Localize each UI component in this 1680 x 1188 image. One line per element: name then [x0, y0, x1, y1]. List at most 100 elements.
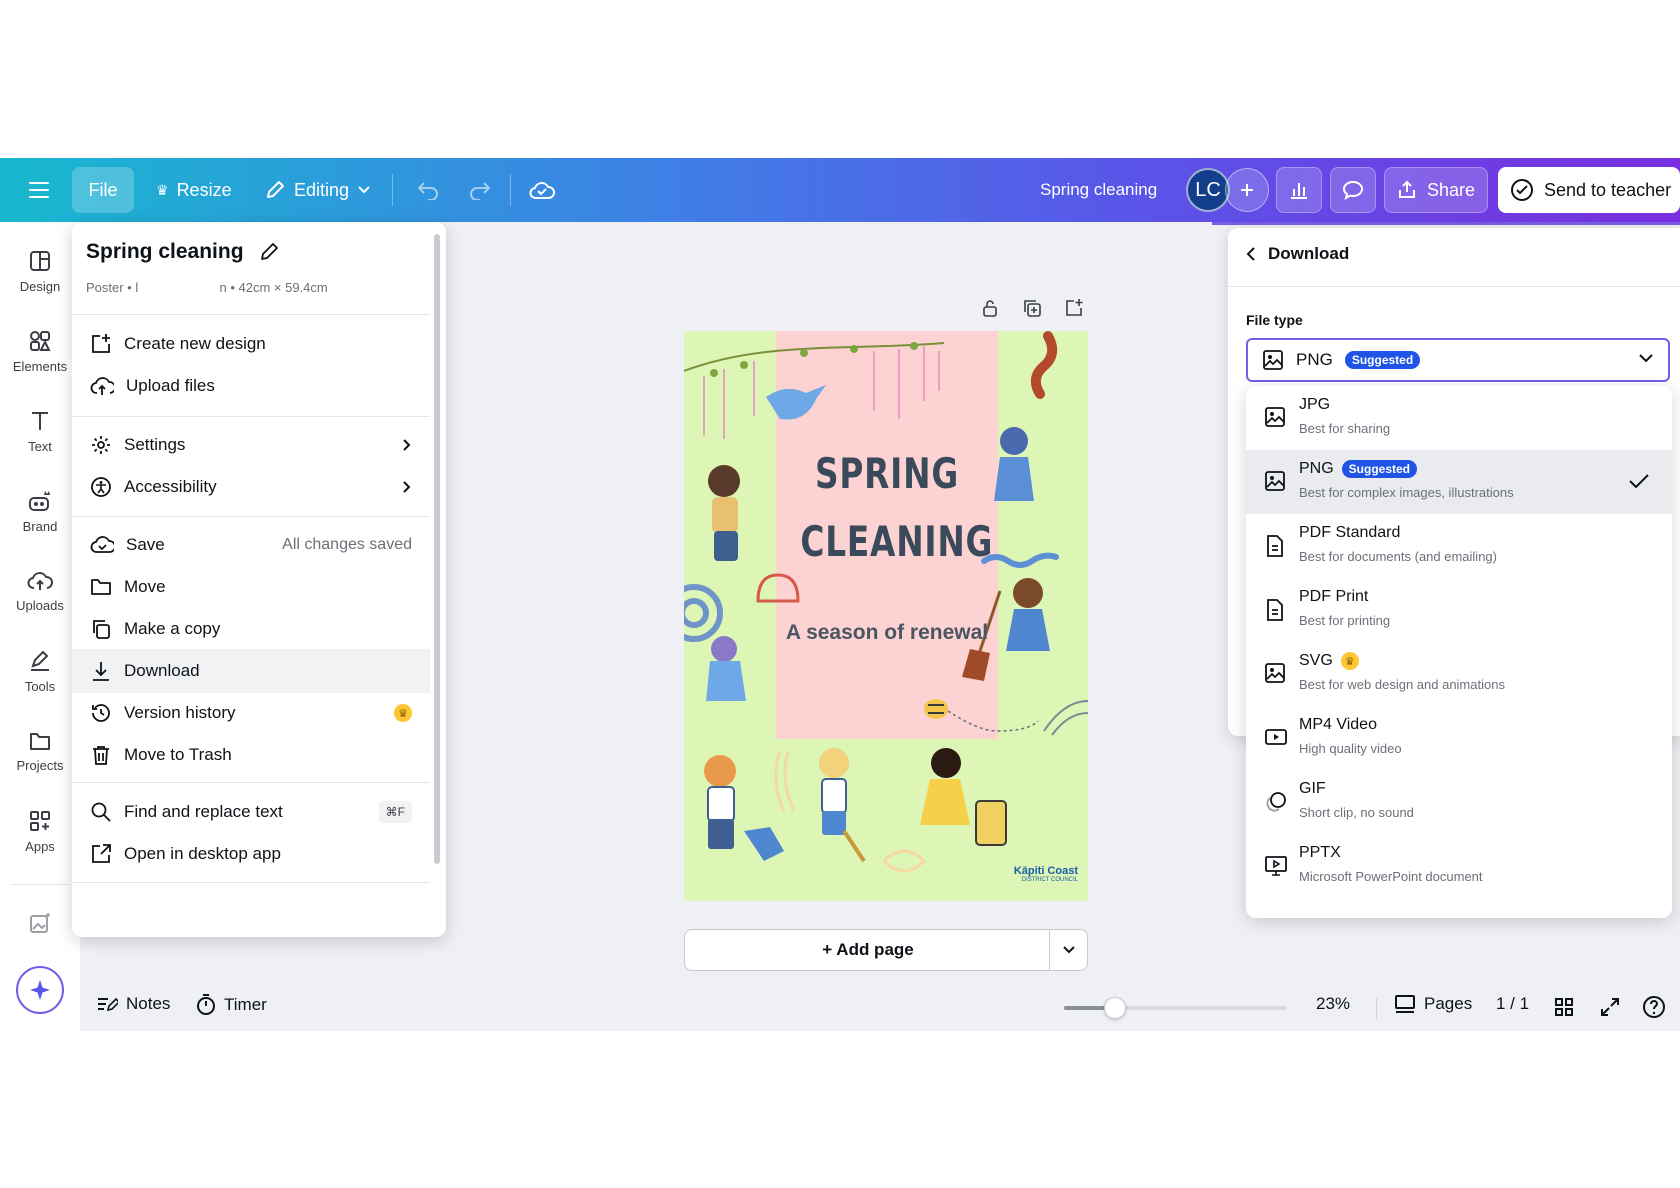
- magic-assistant-button[interactable]: [16, 966, 64, 1014]
- add-page-button[interactable]: + Add page: [685, 930, 1051, 970]
- rail-item-tools[interactable]: Tools: [0, 636, 80, 706]
- rail-item-projects[interactable]: Projects: [0, 716, 80, 786]
- crown-icon: ♛: [156, 181, 169, 198]
- menu-divider: [72, 882, 430, 883]
- menu-item-settings[interactable]: Settings: [72, 423, 430, 467]
- pages-label: Pages: [1424, 994, 1473, 1013]
- menu-item-download[interactable]: Download: [72, 649, 430, 693]
- file-type-option-pdf-print[interactable]: PDF Print Best for printing: [1246, 578, 1672, 642]
- notes-button[interactable]: Notes: [96, 994, 170, 1014]
- menu-item-accessibility[interactable]: Accessibility: [72, 465, 430, 509]
- menu-divider: [72, 782, 430, 783]
- chevron-right-icon: [402, 480, 412, 494]
- option-description: Microsoft PowerPoint document: [1299, 869, 1483, 884]
- poster-title-line-1[interactable]: SPRING: [800, 449, 973, 498]
- help-button[interactable]: [1642, 995, 1666, 1019]
- insights-button[interactable]: [1276, 167, 1322, 213]
- download-icon: [93, 662, 109, 681]
- rail-item-design[interactable]: Design: [0, 236, 80, 306]
- share-label: Share: [1426, 179, 1476, 200]
- grid-view-button[interactable]: [1554, 997, 1574, 1017]
- editing-mode-button[interactable]: Editing: [256, 167, 379, 213]
- save-status-button[interactable]: [524, 167, 560, 213]
- file-type-option-png[interactable]: PNG Suggested Best for complex images, il…: [1246, 450, 1672, 514]
- menu-item-create-new-design[interactable]: Create new design: [72, 322, 430, 366]
- comments-button[interactable]: [1330, 167, 1376, 213]
- redo-button[interactable]: [462, 167, 498, 213]
- pages-button[interactable]: Pages: [1394, 994, 1472, 1014]
- menu-item-move-to-trash[interactable]: Move to Trash: [72, 733, 430, 777]
- logo-line-2: DISTRICT COUNCIL: [1021, 877, 1078, 883]
- file-type-option-gif[interactable]: GIF Short clip, no sound: [1246, 770, 1672, 834]
- send-to-teacher-button[interactable]: Send to teacher: [1498, 167, 1680, 213]
- share-button[interactable]: Share: [1384, 167, 1488, 213]
- file-type-option-pdf-standard[interactable]: PDF Standard Best for documents (and ema…: [1246, 514, 1672, 578]
- grid-icon: [1555, 998, 1573, 1016]
- file-menu-title[interactable]: Spring cleaning: [86, 240, 280, 264]
- document-title[interactable]: Spring cleaning: [1030, 167, 1167, 213]
- rail-item-uploads[interactable]: Uploads: [0, 556, 80, 626]
- notes-icon: [98, 997, 118, 1012]
- rail-divider: [10, 884, 70, 885]
- poster-page[interactable]: SPRING CLEANING A season of renewal Kāpi…: [684, 331, 1088, 901]
- timer-button[interactable]: Timer: [196, 994, 267, 1016]
- file-menu-button[interactable]: File: [72, 167, 134, 213]
- fullscreen-button[interactable]: [1600, 997, 1620, 1017]
- zoom-slider[interactable]: [1064, 997, 1286, 1019]
- chevron-right-icon: [402, 438, 412, 452]
- add-collaborator-button[interactable]: [1225, 168, 1269, 212]
- rail-item-magic-media[interactable]: [0, 898, 80, 948]
- poster-title-line-2[interactable]: CLEANING: [800, 517, 992, 566]
- shortcut-hint: ⌘F: [378, 801, 412, 823]
- file-menu-meta: Poster • l n • 42cm × 59.4cm: [86, 280, 328, 295]
- option-description: Best for printing: [1299, 613, 1391, 628]
- add-page-options-button[interactable]: [1049, 930, 1087, 970]
- plus-icon: [1241, 184, 1253, 196]
- file-menu-scrollbar[interactable]: [434, 234, 440, 864]
- zoom-level[interactable]: 23%: [1316, 994, 1350, 1014]
- file-type-select[interactable]: PNG Suggested: [1246, 338, 1670, 382]
- rail-label: Uploads: [16, 597, 64, 613]
- file-type-option-pptx[interactable]: PPTX Microsoft PowerPoint document: [1246, 834, 1672, 898]
- menu-item-make-a-copy[interactable]: Make a copy: [72, 607, 430, 651]
- avatar[interactable]: LC: [1186, 168, 1230, 212]
- canva-editor: File ♛ Resize Editing Spring cleaning LC: [0, 158, 1680, 1031]
- poster-subtitle[interactable]: A season of renewal: [776, 621, 998, 645]
- download-back-button[interactable]: Download: [1246, 244, 1349, 264]
- rail-item-brand[interactable]: Brand: [0, 476, 80, 546]
- menu-item-upload-files[interactable]: Upload files: [72, 364, 430, 408]
- add-page-control: + Add page: [684, 929, 1088, 971]
- menu-item-version-history[interactable]: Version history ♛: [72, 691, 430, 735]
- menu-divider: [72, 314, 430, 315]
- chevron-left-icon: [1246, 247, 1255, 261]
- file-type-option-mp4[interactable]: MP4 Video High quality video: [1246, 706, 1672, 770]
- duplicate-page-icon[interactable]: [1022, 298, 1042, 318]
- resize-button[interactable]: ♛ Resize: [148, 167, 240, 213]
- trash-icon: [93, 746, 109, 765]
- menu-item-find-and-replace[interactable]: Find and replace text ⌘F: [72, 790, 430, 834]
- zoom-slider-handle[interactable]: [1104, 997, 1127, 1019]
- rail-item-text[interactable]: Text: [0, 396, 80, 466]
- menu-item-move[interactable]: Move: [72, 565, 430, 609]
- rail-item-apps[interactable]: Apps: [0, 796, 80, 866]
- lock-icon[interactable]: [980, 298, 1000, 318]
- menu-item-open-desktop-app[interactable]: Open in desktop app: [72, 832, 430, 876]
- file-type-option-svg[interactable]: SVG ♛ Best for web design and animations: [1246, 642, 1672, 706]
- file-menu-title-text: Spring cleaning: [86, 240, 244, 263]
- menu-item-save[interactable]: Save All changes saved: [72, 523, 430, 567]
- pencil-icon: [267, 181, 284, 198]
- document-icon: [1267, 535, 1283, 557]
- rail-item-elements[interactable]: Elements: [0, 316, 80, 386]
- checkmark-icon: [1629, 474, 1649, 489]
- image-sparkle-icon: [30, 913, 50, 933]
- shapes-icon: [30, 330, 51, 351]
- menu-divider: [72, 516, 430, 517]
- menu-item-label: Settings: [124, 435, 186, 454]
- rail-label: Brand: [22, 518, 58, 534]
- option-description: High quality video: [1299, 741, 1402, 756]
- undo-button[interactable]: [410, 167, 446, 213]
- add-page-icon[interactable]: [1064, 298, 1084, 318]
- menu-button[interactable]: [18, 167, 60, 213]
- bar-chart-icon: [1291, 183, 1307, 199]
- file-type-option-jpg[interactable]: JPG Best for sharing: [1246, 386, 1672, 450]
